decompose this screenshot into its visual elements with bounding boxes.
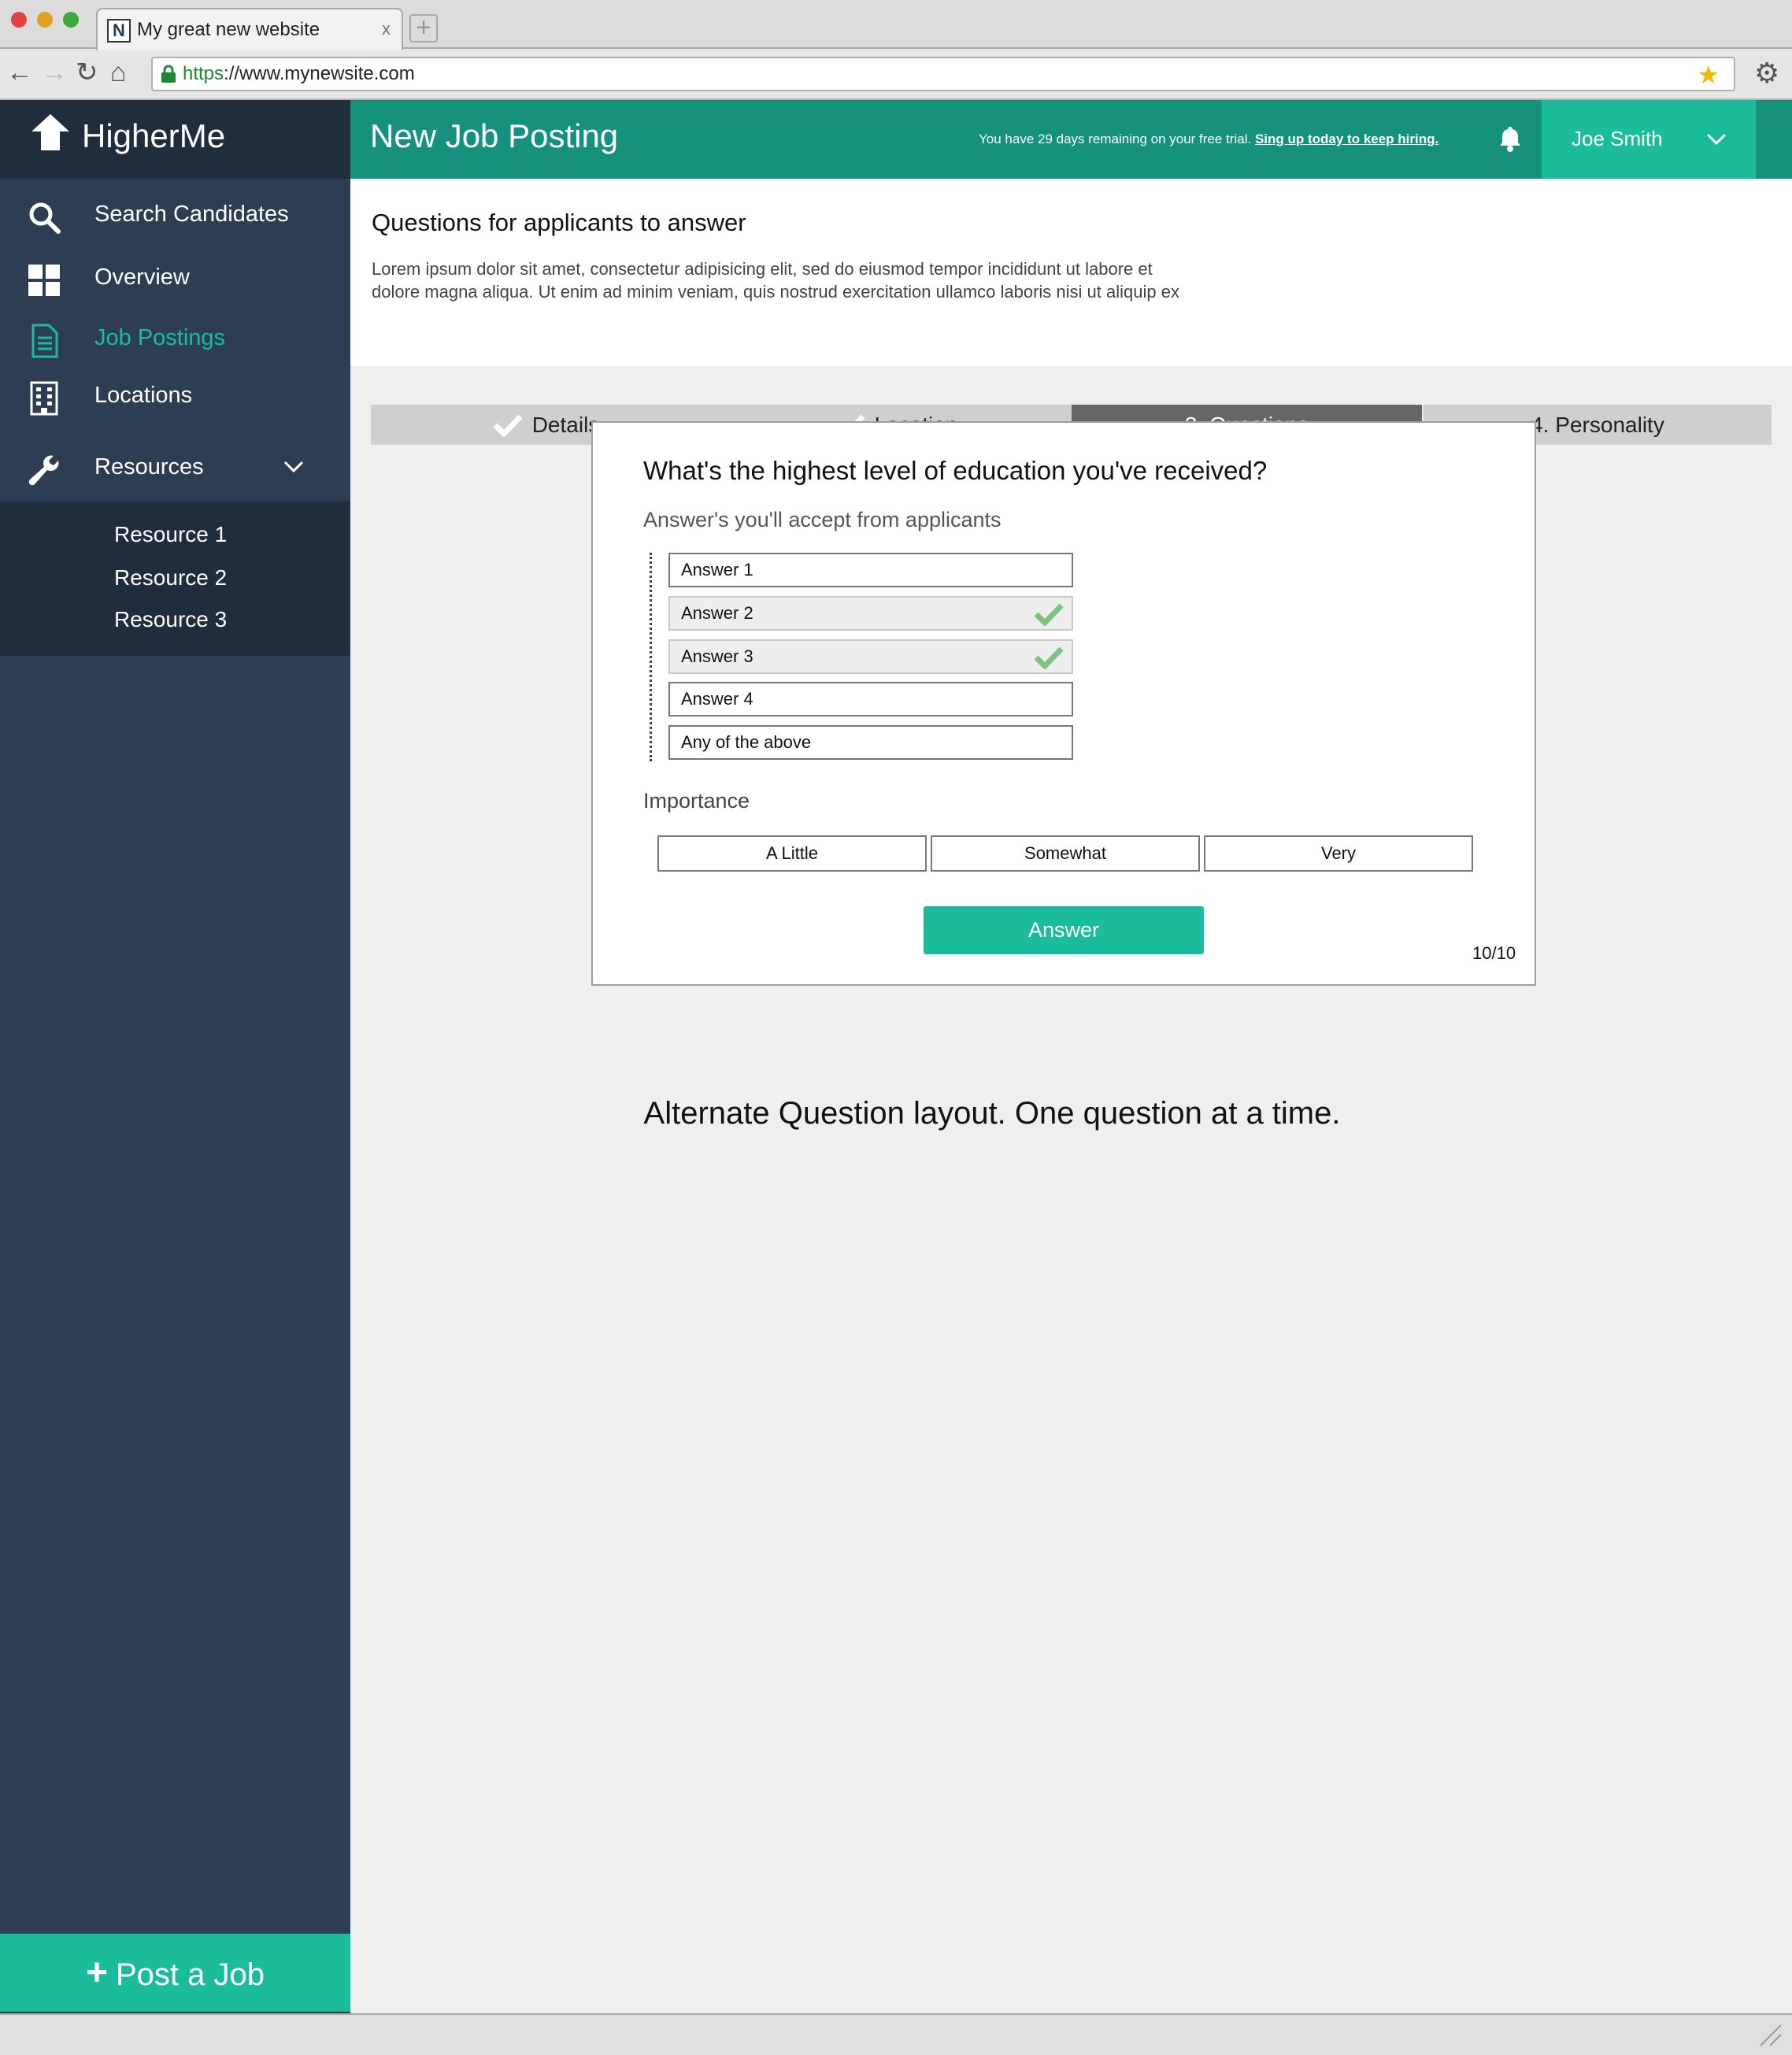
answer-option-2[interactable]: Answer 2: [668, 596, 1073, 631]
sidebar-item-label: Job Postings: [94, 325, 226, 350]
checkmark-icon: [1034, 646, 1064, 669]
lock-icon: [161, 65, 176, 83]
browser-statusbar: [0, 2013, 1792, 2055]
resize-grip-icon[interactable]: [1757, 2022, 1784, 2049]
importance-very-button[interactable]: Very: [1204, 835, 1473, 872]
layout-note: Alternate Question layout. One question …: [643, 1096, 1341, 1131]
home-icon[interactable]: ⌂: [110, 57, 127, 88]
plus-icon: +: [85, 1952, 108, 1994]
step-label: Details: [531, 413, 600, 437]
tab-title: My great new website: [137, 19, 320, 40]
answer-option-1[interactable]: Answer 1: [668, 553, 1073, 587]
answer-label: Answer 1: [681, 560, 753, 579]
answers-subtitle: Answer's you'll accept from applicants: [643, 508, 1002, 531]
sidebar-item-label: Resources: [94, 454, 204, 480]
submenu-item-resource-2[interactable]: Resource 2: [114, 565, 227, 591]
answer-label: Answer 4: [681, 689, 753, 709]
sidebar-item-label: Search Candidates: [94, 202, 289, 227]
answer-option-3[interactable]: Answer 3: [668, 639, 1073, 674]
browser-chrome: N My great new website x + ← → ↻ ⌂ https…: [0, 0, 1792, 100]
search-icon: [29, 202, 61, 234]
sidebar-item-label: Locations: [94, 383, 193, 408]
new-tab-button[interactable]: +: [409, 14, 438, 43]
resources-submenu: Resource 1 Resource 2 Resource 3: [0, 502, 350, 656]
importance-label: Importance: [643, 789, 750, 813]
answer-option-4[interactable]: Answer 4: [668, 682, 1073, 716]
user-menu[interactable]: Joe Smith: [1542, 100, 1756, 179]
back-icon[interactable]: ←: [6, 57, 33, 88]
section-header: Questions for applicants to answer Lorem…: [350, 179, 1792, 445]
building-icon: [30, 381, 58, 416]
tab-close-button[interactable]: x: [382, 19, 391, 39]
url-scheme: https: [183, 63, 224, 84]
sidebar-item-search-candidates[interactable]: Search Candidates: [0, 187, 350, 244]
checkmark-icon: [1034, 603, 1064, 626]
question-card: What's the highest level of education yo…: [591, 421, 1536, 986]
section-title: Questions for applicants to answer: [372, 209, 746, 236]
question-title: What's the highest level of education yo…: [643, 456, 1268, 485]
gear-icon[interactable]: ⚙: [1754, 57, 1779, 90]
checkmark-icon: [493, 414, 523, 437]
top-bar: New Job Posting You have 29 days remaini…: [350, 100, 1792, 179]
reload-icon[interactable]: ↻: [76, 57, 98, 88]
bell-icon[interactable]: [1498, 125, 1522, 152]
sidebar-item-overview[interactable]: Overview: [0, 250, 350, 307]
brand[interactable]: HigherMe: [0, 100, 350, 179]
submenu-item-resource-1[interactable]: Resource 1: [114, 522, 227, 547]
document-icon: [31, 324, 58, 358]
maximize-window-button[interactable]: [63, 12, 79, 28]
description-line: dolore magna aliqua. Ut enim ad minim ve…: [372, 282, 1179, 302]
importance-somewhat-button[interactable]: Somewhat: [931, 835, 1200, 872]
answer-label: Answer 2: [681, 603, 753, 623]
brand-name: HigherMe: [82, 117, 226, 154]
main-content: New Job Posting You have 29 days remaini…: [350, 100, 1792, 2013]
answer-label: Any of the above: [681, 732, 812, 752]
chevron-down-icon[interactable]: [282, 454, 305, 478]
step-label: 4. Personality: [1531, 413, 1664, 437]
post-job-label: Post a Job: [116, 1957, 265, 1992]
section-description: Lorem ipsum dolor sit amet, consectetur …: [372, 257, 1285, 303]
arrow-up-icon: [31, 114, 69, 150]
trial-text: You have 29 days remaining on your free …: [979, 131, 1252, 146]
question-counter: 10/10: [1472, 943, 1516, 963]
sidebar-item-resources[interactable]: Resources: [0, 440, 350, 497]
minimize-window-button[interactable]: [37, 12, 53, 28]
sidebar-item-locations[interactable]: Locations: [0, 368, 350, 425]
answer-option-any[interactable]: Any of the above: [668, 725, 1073, 760]
bookmark-star-icon[interactable]: ★: [1697, 60, 1720, 90]
post-job-button[interactable]: + Post a Job: [0, 1934, 350, 2012]
browser-tab[interactable]: N My great new website x: [96, 8, 403, 50]
close-window-button[interactable]: [11, 12, 27, 28]
signup-link[interactable]: Sing up today to keep hiring.: [1255, 131, 1438, 146]
grid-icon: [28, 265, 60, 296]
trial-notice: You have 29 days remaining on your free …: [979, 131, 1438, 147]
page-title: New Job Posting: [370, 117, 619, 154]
sidebar-item-job-postings[interactable]: Job Postings: [0, 311, 350, 368]
description-line: Lorem ipsum dolor sit amet, consectetur …: [372, 259, 1153, 279]
wrench-icon: [28, 455, 59, 486]
forward-icon[interactable]: →: [41, 57, 68, 88]
browser-tabbar: N My great new website x +: [0, 0, 1792, 50]
drag-handle[interactable]: [650, 553, 652, 761]
address-bar[interactable]: https://www.mynewsite.com ★: [151, 57, 1735, 91]
answer-label: Answer 3: [681, 646, 753, 666]
answer-submit-button[interactable]: Answer: [924, 906, 1204, 954]
submenu-item-resource-3[interactable]: Resource 3: [114, 607, 227, 632]
url-text: https://www.mynewsite.com: [183, 63, 415, 85]
importance-a-little-button[interactable]: A Little: [657, 835, 927, 872]
sidebar: HigherMe Search Candidates Overview Job …: [0, 100, 350, 2013]
chevron-down-icon: [1706, 133, 1727, 146]
sidebar-item-label: Overview: [94, 265, 190, 290]
favicon-icon: N: [107, 19, 131, 43]
url-host: ://www.mynewsite.com: [224, 63, 415, 84]
user-name: Joe Smith: [1572, 127, 1663, 150]
